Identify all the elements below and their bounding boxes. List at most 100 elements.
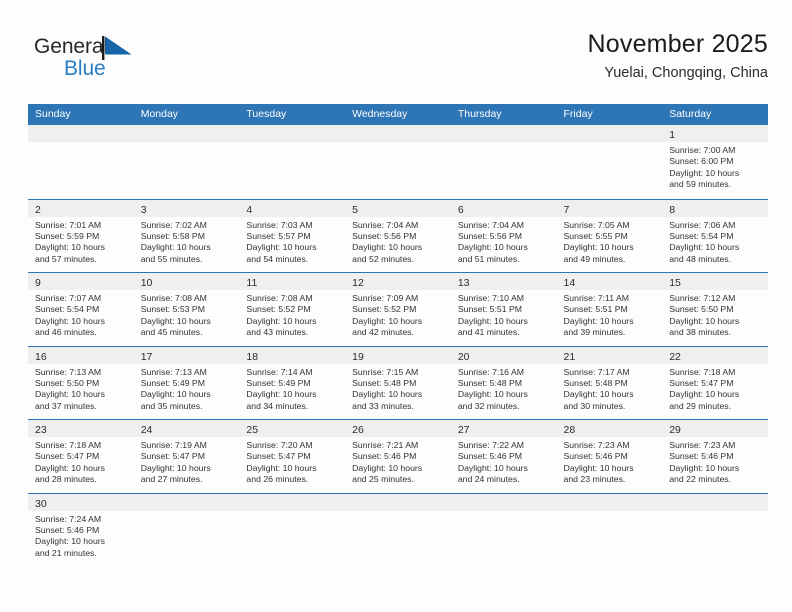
day-number-band: 2 bbox=[28, 199, 134, 217]
day-number: 17 bbox=[140, 350, 153, 363]
calendar-day-cell-empty bbox=[28, 125, 134, 198]
day-details: Sunrise: 7:02 AM Sunset: 5:58 PM Daylight:… bbox=[134, 217, 240, 266]
calendar-day-cell[interactable]: 22 Sunrise: 7:18 AM Sunset: 5:47 PM Dayligh… bbox=[662, 346, 768, 419]
daylight-text-line2: and 51 minutes. bbox=[457, 253, 520, 264]
calendar-day-cell-empty bbox=[450, 493, 557, 566]
day-number-band: 15 bbox=[662, 273, 768, 290]
calendar-day-cell[interactable]: 12 Sunrise: 7:09 AM Sunset: 5:52 PM Dayligh… bbox=[345, 273, 451, 346]
sunset-text: Sunset: 5:53 PM bbox=[140, 304, 205, 315]
daylight-text-line1: Daylight: 10 hours bbox=[246, 389, 317, 400]
calendar-day-cell[interactable]: 10 Sunrise: 7:08 AM Sunset: 5:53 PM Dayligh… bbox=[133, 273, 240, 346]
daylight-text-line2: and 34 minutes. bbox=[246, 400, 309, 411]
page-subtitle: Yuelai, Chongqing, China bbox=[604, 65, 768, 81]
day-number-band: 14 bbox=[556, 273, 663, 290]
calendar-week-row: 9 Sunrise: 7:07 AM Sunset: 5:54 PM Daylight… bbox=[28, 272, 768, 346]
sunrise-text: Sunrise: 7:03 AM bbox=[246, 219, 313, 230]
daylight-text-line2: and 57 minutes. bbox=[35, 253, 97, 264]
calendar-day-cell[interactable]: 26 Sunrise: 7:21 AM Sunset: 5:46 PM Dayligh… bbox=[345, 420, 451, 493]
sunset-text: Sunset: 5:56 PM bbox=[352, 230, 417, 241]
daylight-text-line2: and 45 minutes. bbox=[140, 327, 203, 338]
calendar-day-cell[interactable]: 24 Sunrise: 7:19 AM Sunset: 5:47 PM Dayligh… bbox=[133, 420, 240, 493]
calendar-day-cell[interactable]: 23 Sunrise: 7:18 AM Sunset: 5:47 PM Dayligh… bbox=[28, 420, 134, 493]
day-details: Sunrise: 7:22 AM Sunset: 5:46 PM Daylight:… bbox=[451, 437, 557, 486]
brand-logo[interactable]: General Blue bbox=[34, 34, 214, 90]
daylight-text-line1: Daylight: 10 hours bbox=[669, 167, 740, 178]
calendar-day-cell[interactable]: 27 Sunrise: 7:22 AM Sunset: 5:46 PM Dayligh… bbox=[450, 420, 557, 493]
calendar-day-cell-empty bbox=[662, 493, 768, 566]
day-number: 3 bbox=[140, 203, 147, 216]
day-number-band: 22 bbox=[662, 346, 768, 364]
calendar-day-cell[interactable]: 19 Sunrise: 7:15 AM Sunset: 5:48 PM Dayligh… bbox=[345, 346, 451, 419]
sunset-text: Sunset: 5:47 PM bbox=[140, 451, 205, 462]
calendar-day-cell[interactable]: 8 Sunrise: 7:06 AM Sunset: 5:54 PM Daylight… bbox=[662, 199, 768, 272]
sunrise-text: Sunrise: 7:10 AM bbox=[457, 293, 524, 303]
calendar-day-cell[interactable]: 7 Sunrise: 7:05 AM Sunset: 5:55 PM Daylight… bbox=[556, 199, 663, 272]
sunrise-text: Sunrise: 7:07 AM bbox=[35, 293, 102, 303]
calendar-day-cell[interactable]: 14 Sunrise: 7:11 AM Sunset: 5:51 PM Dayligh… bbox=[556, 273, 663, 346]
calendar-day-cell-empty bbox=[345, 493, 451, 566]
calendar-day-cell[interactable]: 2 Sunrise: 7:01 AM Sunset: 5:59 PM Daylight… bbox=[28, 199, 134, 272]
daylight-text-line2: and 22 minutes. bbox=[669, 474, 732, 485]
calendar-day-cell[interactable]: 6 Sunrise: 7:04 AM Sunset: 5:56 PM Daylight… bbox=[450, 199, 557, 272]
calendar-day-cell[interactable]: 20 Sunrise: 7:16 AM Sunset: 5:48 PM Dayligh… bbox=[450, 346, 557, 419]
calendar-day-cell[interactable]: 16 Sunrise: 7:13 AM Sunset: 5:50 PM Dayligh… bbox=[28, 346, 134, 419]
weekday-header-row: Sunday Monday Tuesday Wednesday Thursday Frid… bbox=[28, 104, 768, 125]
calendar-day-cell[interactable]: 3 Sunrise: 7:02 AM Sunset: 5:58 PM Daylight… bbox=[133, 199, 240, 272]
calendar-day-cell[interactable]: 13 Sunrise: 7:10 AM Sunset: 5:51 PM Dayligh… bbox=[450, 273, 557, 346]
day-details: Sunrise: 7:08 AM Sunset: 5:53 PM Daylight:… bbox=[134, 290, 240, 339]
daylight-text-line1: Daylight: 10 hours bbox=[457, 242, 528, 253]
day-number: 10 bbox=[140, 277, 153, 289]
day-number-band: 4 bbox=[239, 199, 346, 217]
calendar-day-cell[interactable]: 28 Sunrise: 7:23 AM Sunset: 5:46 PM Dayligh… bbox=[556, 420, 663, 493]
daylight-text-line2: and 38 minutes. bbox=[669, 327, 732, 338]
calendar-day-cell[interactable]: 17 Sunrise: 7:13 AM Sunset: 5:49 PM Dayligh… bbox=[133, 346, 240, 419]
calendar-day-cell[interactable]: 18 Sunrise: 7:14 AM Sunset: 5:49 PM Dayligh… bbox=[239, 346, 346, 419]
day-number: 24 bbox=[140, 424, 153, 436]
daylight-text-line2: and 24 minutes. bbox=[457, 474, 520, 485]
day-details: Sunrise: 7:23 AM Sunset: 5:46 PM Daylight:… bbox=[662, 437, 768, 486]
day-details: Sunrise: 7:07 AM Sunset: 5:54 PM Daylight:… bbox=[28, 290, 134, 339]
calendar-day-cell[interactable]: 4 Sunrise: 7:03 AM Sunset: 5:57 PM Daylight… bbox=[239, 199, 346, 272]
calendar-day-cell[interactable]: 15 Sunrise: 7:12 AM Sunset: 5:50 PM Dayligh… bbox=[662, 273, 768, 346]
calendar-day-cell-empty bbox=[239, 493, 346, 566]
sunset-text: Sunset: 5:55 PM bbox=[563, 230, 628, 241]
sunset-text: Sunset: 5:46 PM bbox=[563, 451, 628, 462]
sunrise-text: Sunrise: 7:08 AM bbox=[246, 293, 313, 303]
day-number: 12 bbox=[352, 277, 364, 289]
sunset-text: Sunset: 5:46 PM bbox=[669, 451, 734, 462]
sunset-text: Sunset: 5:50 PM bbox=[669, 304, 734, 315]
calendar-day-cell[interactable]: 21 Sunrise: 7:17 AM Sunset: 5:48 PM Dayligh… bbox=[556, 346, 663, 419]
calendar-day-cell-empty bbox=[450, 125, 557, 198]
day-number: 28 bbox=[563, 424, 576, 436]
day-number: 13 bbox=[457, 277, 470, 289]
day-number-band: 8 bbox=[662, 199, 768, 217]
calendar-day-cell[interactable]: 29 Sunrise: 7:23 AM Sunset: 5:46 PM Dayligh… bbox=[662, 420, 768, 493]
day-number-band: 16 bbox=[28, 346, 134, 364]
day-number-band bbox=[662, 493, 768, 511]
day-number: 21 bbox=[563, 350, 576, 363]
sunrise-text: Sunrise: 7:18 AM bbox=[35, 440, 102, 450]
brand-name-blue: Blue bbox=[64, 57, 106, 80]
calendar-day-cell[interactable]: 30 Sunrise: 7:24 AM Sunset: 5:46 PM Dayligh… bbox=[28, 493, 134, 566]
daylight-text-line1: Daylight: 10 hours bbox=[457, 389, 528, 400]
day-number: 15 bbox=[669, 277, 681, 289]
calendar-day-cell[interactable]: 5 Sunrise: 7:04 AM Sunset: 5:56 PM Daylight… bbox=[345, 199, 451, 272]
day-number-band: 28 bbox=[556, 420, 663, 437]
sunrise-text: Sunrise: 7:12 AM bbox=[669, 293, 736, 303]
calendar-day-cell[interactable]: 25 Sunrise: 7:20 AM Sunset: 5:47 PM Dayligh… bbox=[239, 420, 346, 493]
sunrise-text: Sunrise: 7:04 AM bbox=[457, 219, 524, 230]
day-details: Sunrise: 7:13 AM Sunset: 5:49 PM Daylight:… bbox=[134, 364, 240, 413]
daylight-text-line2: and 37 minutes. bbox=[35, 400, 97, 411]
calendar-day-cell[interactable]: 9 Sunrise: 7:07 AM Sunset: 5:54 PM Daylight… bbox=[28, 273, 134, 346]
day-number: 11 bbox=[246, 277, 258, 289]
daylight-text-line2: and 49 minutes. bbox=[563, 253, 626, 264]
day-number-band: 24 bbox=[133, 420, 240, 437]
calendar-day-cell[interactable]: 11 Sunrise: 7:08 AM Sunset: 5:52 PM Dayligh… bbox=[239, 273, 346, 346]
day-details: Sunrise: 7:17 AM Sunset: 5:48 PM Daylight:… bbox=[557, 364, 663, 413]
sunrise-text: Sunrise: 7:23 AM bbox=[669, 440, 736, 450]
calendar-day-cell[interactable]: 1 Sunrise: 7:00 AM Sunset: 6:00 PM Daylight… bbox=[662, 125, 768, 198]
day-number-band: 7 bbox=[556, 199, 663, 217]
day-number: 27 bbox=[457, 424, 470, 436]
daylight-text-line1: Daylight: 10 hours bbox=[669, 389, 740, 400]
day-number-band bbox=[450, 493, 557, 511]
